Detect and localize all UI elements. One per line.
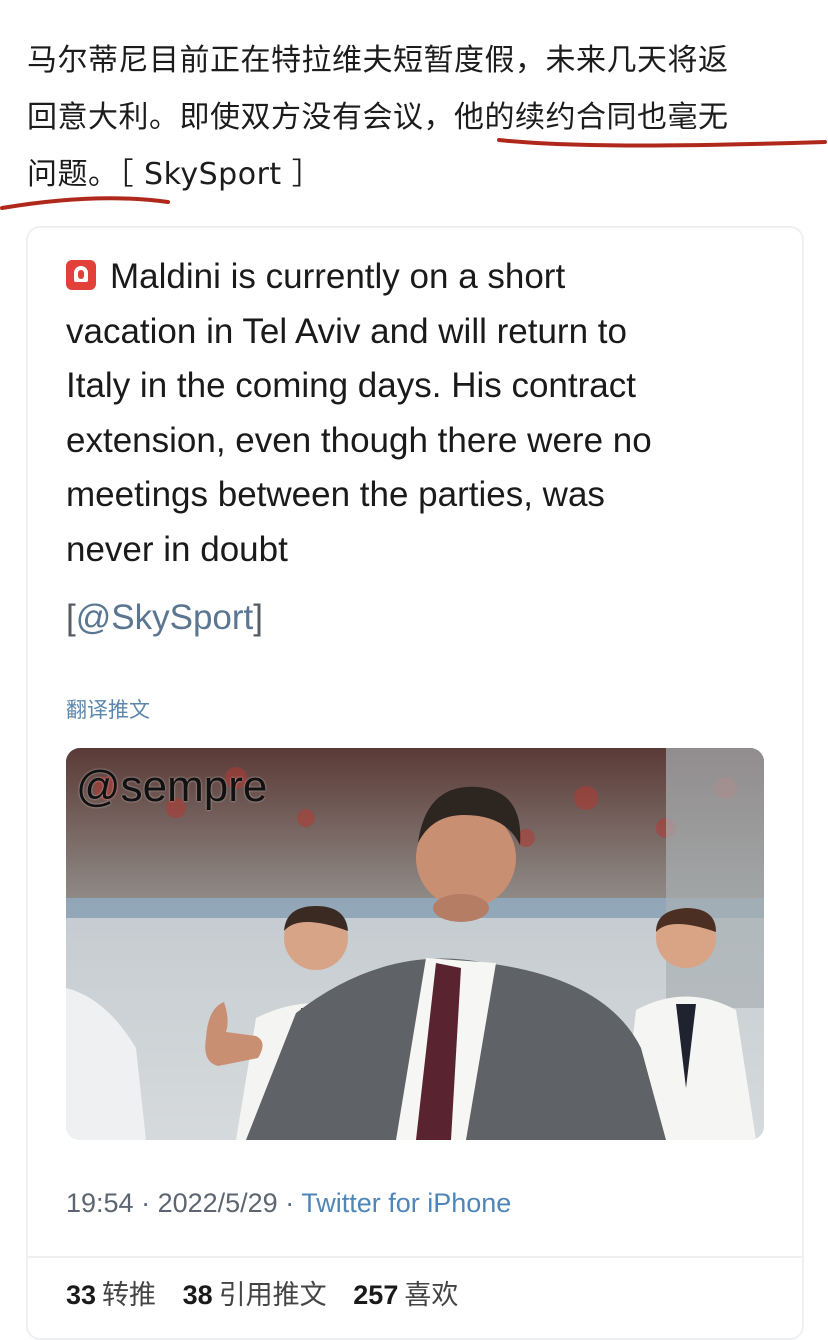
divider [28,1256,802,1258]
tweet-time: 19:54 [66,1188,134,1218]
headline-line-3: 问题。［ SkySport ］ [27,157,323,192]
tweet-date: 2022/5/29 [157,1188,278,1218]
skysport-mention-link[interactable]: @SkySport [76,598,254,637]
retweets-stat[interactable]: 33 转推 [66,1280,156,1311]
tweet-stats: 33 转推 38 引用推文 257 喜欢 [66,1273,458,1312]
siren-icon [66,260,96,290]
headline-text: 马尔蒂尼目前正在特拉维夫短暂度假，未来几天将返 回意大利。即使双方没有会议，他的… [27,32,817,203]
likes-stat[interactable]: 257 喜欢 [353,1280,458,1311]
headline-line-2: 回意大利。即使双方没有会议，他的续约合同也毫无 [27,100,729,135]
tweet-meta: 19:54 · 2022/5/29 · Twitter for iPhone [66,1188,512,1218]
tweet-line-4: extension, even though there were no [66,420,652,460]
tweet-body: Maldini is currently on a short vacation… [66,250,786,577]
tweet-line-1: Maldini is currently on a short [66,250,786,305]
tweet-card[interactable]: Maldini is currently on a short vacation… [26,226,804,1340]
translate-tweet-link[interactable]: 翻译推文 [66,694,150,724]
photo-watermark: @sempre [76,762,268,811]
tweet-line-6: never in doubt [66,529,288,569]
tweet-handle: [@SkySport] [66,598,263,637]
headline-line-1: 马尔蒂尼目前正在特拉维夫短暂度假，未来几天将返 [27,43,729,78]
tweet-line-3: Italy in the coming days. His contract [66,366,636,405]
tweet-photo[interactable]: @sempre [66,748,764,1140]
tweet-line-2: vacation in Tel Aviv and will return to [66,311,627,351]
tweet-line-5: meetings between the parties, was [66,475,605,514]
tweet-source-link[interactable]: Twitter for iPhone [301,1188,511,1218]
quotes-stat[interactable]: 38 引用推文 [183,1280,327,1311]
